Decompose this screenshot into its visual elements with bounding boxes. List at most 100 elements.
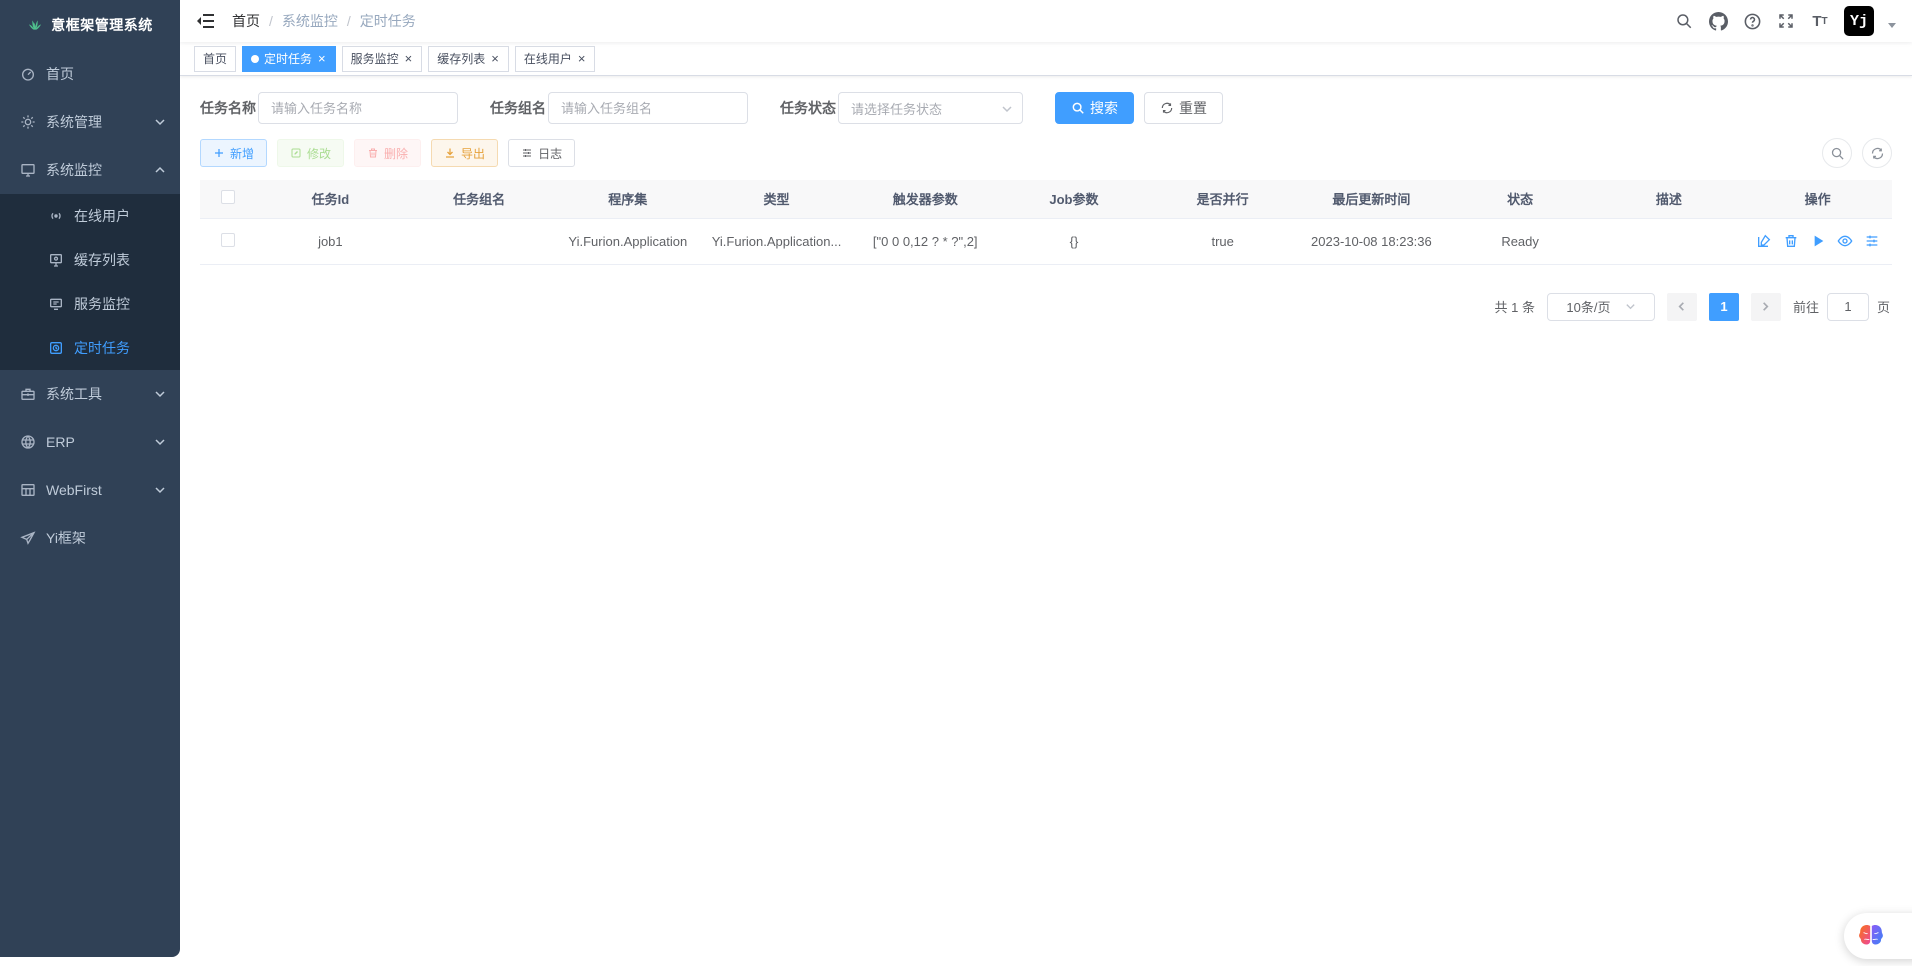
chevron-up-icon bbox=[154, 164, 166, 176]
select-all-checkbox[interactable] bbox=[221, 190, 235, 204]
paper-plane-icon bbox=[20, 530, 36, 546]
prev-page-button[interactable] bbox=[1667, 293, 1697, 321]
job-log-icon[interactable] bbox=[1864, 233, 1880, 249]
col-operations: 操作 bbox=[1743, 180, 1892, 218]
page-size-value: 10条/页 bbox=[1566, 297, 1610, 316]
toggle-search-button[interactable] bbox=[1822, 138, 1852, 168]
cell-description bbox=[1594, 218, 1743, 264]
sidebar-item-label: 缓存列表 bbox=[74, 250, 166, 270]
task-name-input[interactable] bbox=[258, 92, 458, 124]
tab-scheduled-jobs[interactable]: 定时任务 bbox=[242, 46, 336, 72]
plus-icon bbox=[213, 147, 225, 159]
delete-row-icon[interactable] bbox=[1783, 233, 1799, 249]
monitor-icon bbox=[20, 162, 36, 178]
fullscreen-icon[interactable] bbox=[1776, 11, 1796, 31]
sidebar-item-scheduled-jobs[interactable]: 定时任务 bbox=[0, 326, 180, 370]
export-button[interactable]: 导出 bbox=[431, 139, 498, 167]
filter-form: 任务名称 任务组名 任务状态 请选择任务状态 搜索 重置 bbox=[200, 92, 1892, 124]
table-row[interactable]: job1 Yi.Furion.Application Yi.Furion.App… bbox=[200, 218, 1892, 264]
edit-button[interactable]: 修改 bbox=[277, 139, 344, 167]
dashboard-icon bbox=[20, 66, 36, 82]
sidebar-fold-icon[interactable] bbox=[196, 11, 216, 31]
tab-cache-list[interactable]: 缓存列表 bbox=[428, 46, 509, 72]
tab-label: 定时任务 bbox=[264, 50, 312, 67]
trash-icon bbox=[367, 147, 379, 159]
add-button[interactable]: 新增 bbox=[200, 139, 267, 167]
server-icon bbox=[48, 296, 64, 312]
run-job-icon[interactable] bbox=[1810, 233, 1826, 249]
cell-updated-at: 2023-10-08 18:23:36 bbox=[1297, 218, 1446, 264]
jumper-input[interactable] bbox=[1827, 293, 1869, 321]
sidebar-item-home[interactable]: 首页 bbox=[0, 50, 180, 98]
sidebar-item-monitor[interactable]: 系统监控 bbox=[0, 146, 180, 194]
chevron-down-icon bbox=[1625, 301, 1636, 312]
reset-button[interactable]: 重置 bbox=[1144, 92, 1223, 124]
top-navbar: 首页 / 系统监控 / 定时任务 TT Yj bbox=[180, 0, 1912, 42]
tab-online-users[interactable]: 在线用户 bbox=[515, 46, 596, 72]
refresh-table-button[interactable] bbox=[1862, 138, 1892, 168]
font-size-icon[interactable]: TT bbox=[1810, 11, 1830, 31]
view-row-icon[interactable] bbox=[1837, 233, 1853, 249]
task-name-label: 任务名称 bbox=[200, 98, 256, 118]
close-icon[interactable] bbox=[317, 52, 327, 65]
table-toolbar: 新增 修改 删除 导出 日志 bbox=[200, 138, 1892, 168]
edit-row-icon[interactable] bbox=[1756, 233, 1772, 249]
tab-home[interactable]: 首页 bbox=[194, 46, 236, 72]
delete-button-label: 删除 bbox=[384, 145, 408, 162]
tags-view-bar: 首页 定时任务 服务监控 缓存列表 在线用户 bbox=[180, 42, 1912, 76]
close-icon[interactable] bbox=[577, 52, 587, 65]
task-group-input[interactable] bbox=[548, 92, 748, 124]
sidebar-item-label: 在线用户 bbox=[74, 206, 166, 226]
page-number-button[interactable]: 1 bbox=[1709, 293, 1739, 321]
cell-assembly: Yi.Furion.Application bbox=[553, 218, 702, 264]
github-icon[interactable] bbox=[1708, 11, 1728, 31]
search-button[interactable]: 搜索 bbox=[1055, 92, 1134, 124]
sidebar-item-server-monitor[interactable]: 服务监控 bbox=[0, 282, 180, 326]
chevron-right-icon bbox=[1760, 301, 1771, 312]
edit-icon bbox=[290, 147, 302, 159]
cell-type: Yi.Furion.Application... bbox=[702, 218, 851, 264]
app-logo[interactable]: 意框架管理系统 bbox=[0, 0, 180, 50]
avatar[interactable]: Yj bbox=[1844, 6, 1874, 36]
page-size-select[interactable]: 10条/页 bbox=[1547, 293, 1655, 321]
sidebar-item-tools[interactable]: 系统工具 bbox=[0, 370, 180, 418]
close-icon[interactable] bbox=[404, 52, 414, 65]
chevron-down-icon bbox=[154, 116, 166, 128]
sidebar-item-erp[interactable]: ERP bbox=[0, 418, 180, 466]
tab-label: 首页 bbox=[203, 50, 227, 67]
tab-server-monitor[interactable]: 服务监控 bbox=[342, 46, 423, 72]
sidebar-item-system[interactable]: 系统管理 bbox=[0, 98, 180, 146]
sidebar-item-label: WebFirst bbox=[46, 482, 154, 498]
avatar-caret-icon[interactable] bbox=[1888, 23, 1896, 28]
search-icon bbox=[1071, 101, 1085, 115]
jumper-suffix: 页 bbox=[1877, 297, 1890, 316]
sidebar-item-label: 系统管理 bbox=[46, 112, 154, 132]
help-icon[interactable] bbox=[1742, 11, 1762, 31]
horizontal-scrollbar[interactable] bbox=[0, 957, 1912, 966]
breadcrumb-page: 定时任务 bbox=[360, 11, 416, 31]
toolbox-icon bbox=[20, 386, 36, 402]
header-search-icon[interactable] bbox=[1674, 11, 1694, 31]
sidebar-item-yi-framework[interactable]: Yi框架 bbox=[0, 514, 180, 562]
breadcrumb-home[interactable]: 首页 bbox=[232, 11, 260, 31]
sidebar-item-label: 系统工具 bbox=[46, 384, 154, 404]
col-assembly: 程序集 bbox=[553, 180, 702, 218]
pagination-total: 共 1 条 bbox=[1495, 297, 1535, 316]
cell-task-id: job1 bbox=[256, 218, 405, 264]
leaf-logo-icon bbox=[27, 14, 43, 36]
sidebar-item-label: ERP bbox=[46, 434, 154, 450]
sidebar-item-cache-list[interactable]: 缓存列表 bbox=[0, 238, 180, 282]
sidebar-item-webfirst[interactable]: WebFirst bbox=[0, 466, 180, 514]
close-icon[interactable] bbox=[490, 52, 500, 65]
table-header-row: 任务Id 任务组名 程序集 类型 触发器参数 Job参数 是否并行 最后更新时间… bbox=[200, 180, 1892, 218]
task-status-select[interactable]: 请选择任务状态 bbox=[838, 92, 1023, 124]
sidebar-item-online-users[interactable]: 在线用户 bbox=[0, 194, 180, 238]
ai-assistant-button[interactable] bbox=[1844, 913, 1912, 959]
cell-task-group bbox=[405, 218, 554, 264]
chevron-down-icon bbox=[1001, 103, 1013, 115]
next-page-button[interactable] bbox=[1751, 293, 1781, 321]
log-button[interactable]: 日志 bbox=[508, 139, 575, 167]
row-checkbox[interactable] bbox=[221, 233, 235, 247]
delete-button[interactable]: 删除 bbox=[354, 139, 421, 167]
col-task-group: 任务组名 bbox=[405, 180, 554, 218]
